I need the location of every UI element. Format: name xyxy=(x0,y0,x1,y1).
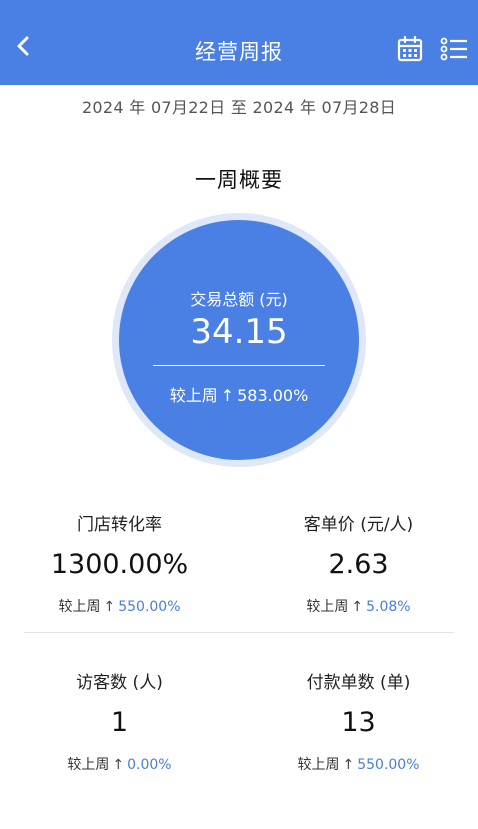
date-range: 2024 年 07月22日 至 2024 年 07月28日 xyxy=(81,98,397,117)
calendar-icon xyxy=(397,36,423,62)
metric-value: 13 xyxy=(341,707,376,738)
circle-divider xyxy=(153,365,325,366)
list-button[interactable] xyxy=(437,33,471,65)
compare-value: 550.00% xyxy=(118,599,181,615)
section-divider xyxy=(24,632,454,633)
metric-compare: 较上周 ↑ 5.08% xyxy=(239,596,478,616)
list-icon xyxy=(440,37,467,61)
compare-value: 5.08% xyxy=(366,599,411,615)
compare-value: 550.00% xyxy=(357,757,420,773)
arrow-up-icon: ↑ xyxy=(220,386,235,405)
total-amount-compare: 较上周 ↑ 583.00% xyxy=(119,382,359,406)
metric-compare: 较上周 ↑ 550.00% xyxy=(0,596,239,616)
summary-title: 一周概要 xyxy=(195,168,283,192)
metric-paid-orders: 付款单数 (单) 13 较上周 ↑ 550.00% xyxy=(239,668,478,774)
arrow-up-icon: ↑ xyxy=(342,757,355,773)
metric-label: 付款单数 (单) xyxy=(306,673,411,693)
metric-value: 1 xyxy=(110,707,129,738)
metric-conversion-rate: 门店转化率 1300.00% 较上周 ↑ 550.00% xyxy=(0,510,239,616)
status-bar xyxy=(0,0,478,8)
header-bar: 经营周报 xyxy=(0,8,478,85)
calendar-button[interactable] xyxy=(393,33,427,65)
metric-label: 访客数 (人) xyxy=(76,673,163,693)
total-amount-value: 34.15 xyxy=(190,312,288,352)
compare-label: 较上周 xyxy=(306,599,349,615)
metric-value: 1300.00% xyxy=(50,549,189,580)
total-amount-circle: 交易总额 (元) 34.15 较上周 ↑ 583.00% xyxy=(119,220,359,460)
metric-value: 2.63 xyxy=(328,549,389,580)
arrow-up-icon: ↑ xyxy=(103,599,116,615)
metric-visitors: 访客数 (人) 1 较上周 ↑ 0.00% xyxy=(0,668,239,774)
arrow-up-icon: ↑ xyxy=(112,757,125,773)
compare-label: 较上周 xyxy=(58,599,101,615)
metric-compare: 较上周 ↑ 550.00% xyxy=(239,754,478,774)
metric-compare: 较上周 ↑ 0.00% xyxy=(0,754,239,774)
arrow-up-icon: ↑ xyxy=(351,599,364,615)
metric-label: 门店转化率 xyxy=(77,515,162,535)
compare-label: 较上周 xyxy=(297,757,340,773)
metric-label: 客单价 (元/人) xyxy=(303,515,414,535)
compare-value: 583.00% xyxy=(237,386,309,405)
compare-label: 较上周 xyxy=(67,757,110,773)
total-amount-label: 交易总额 (元) xyxy=(190,290,288,309)
metric-unit-price: 客单价 (元/人) 2.63 较上周 ↑ 5.08% xyxy=(239,510,478,616)
compare-label: 较上周 xyxy=(169,386,218,405)
compare-value: 0.00% xyxy=(127,757,172,773)
